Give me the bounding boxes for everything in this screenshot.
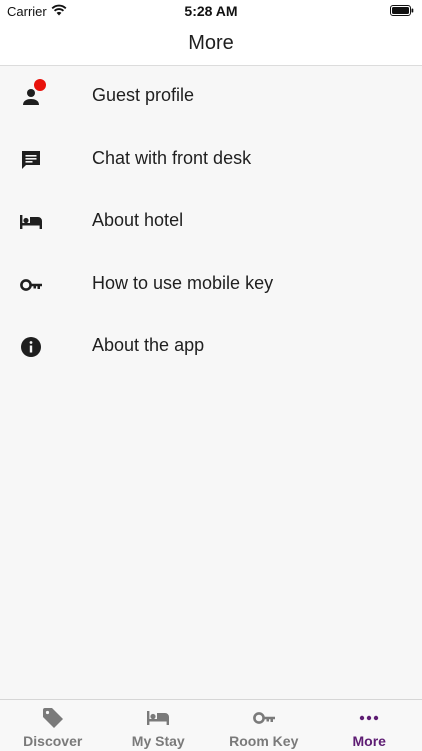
key-icon — [19, 273, 43, 297]
menu-item-label: Chat with front desk — [92, 148, 251, 169]
more-dots-icon — [357, 706, 381, 730]
menu-item-chat[interactable]: Chat with front desk — [0, 129, 422, 192]
menu-item-label: About hotel — [92, 210, 183, 231]
tab-bar: Discover My Stay Room Key More — [0, 699, 422, 751]
clock: 5:28 AM — [0, 3, 422, 19]
notification-badge — [34, 79, 46, 91]
key-icon — [252, 706, 276, 730]
menu-item-guest-profile[interactable]: Guest profile — [0, 66, 422, 129]
page-title: More — [0, 32, 422, 55]
bed-icon — [146, 706, 170, 730]
bed-icon — [19, 210, 43, 234]
tab-discover[interactable]: Discover — [0, 700, 106, 751]
battery-icon — [390, 5, 414, 16]
nav-header: More — [0, 22, 422, 66]
tab-label: My Stay — [106, 733, 212, 749]
chat-icon — [19, 148, 43, 172]
tab-label: More — [317, 733, 422, 749]
tab-label: Discover — [0, 733, 106, 749]
menu-item-mobile-key-help[interactable]: How to use mobile key — [0, 254, 422, 317]
menu-item-about-app[interactable]: About the app — [0, 316, 422, 379]
tab-room-key[interactable]: Room Key — [211, 700, 317, 751]
tag-icon — [41, 706, 65, 730]
status-bar: Carrier 5:28 AM — [0, 0, 422, 22]
menu-list: Guest profile Chat with front desk About… — [0, 66, 422, 379]
tab-label: Room Key — [211, 733, 317, 749]
menu-item-label: How to use mobile key — [92, 273, 273, 294]
info-icon — [19, 335, 43, 359]
menu-item-about-hotel[interactable]: About hotel — [0, 191, 422, 254]
tab-my-stay[interactable]: My Stay — [106, 700, 212, 751]
menu-item-label: About the app — [92, 335, 204, 356]
menu-item-label: Guest profile — [92, 85, 194, 106]
tab-more[interactable]: More — [317, 700, 422, 751]
